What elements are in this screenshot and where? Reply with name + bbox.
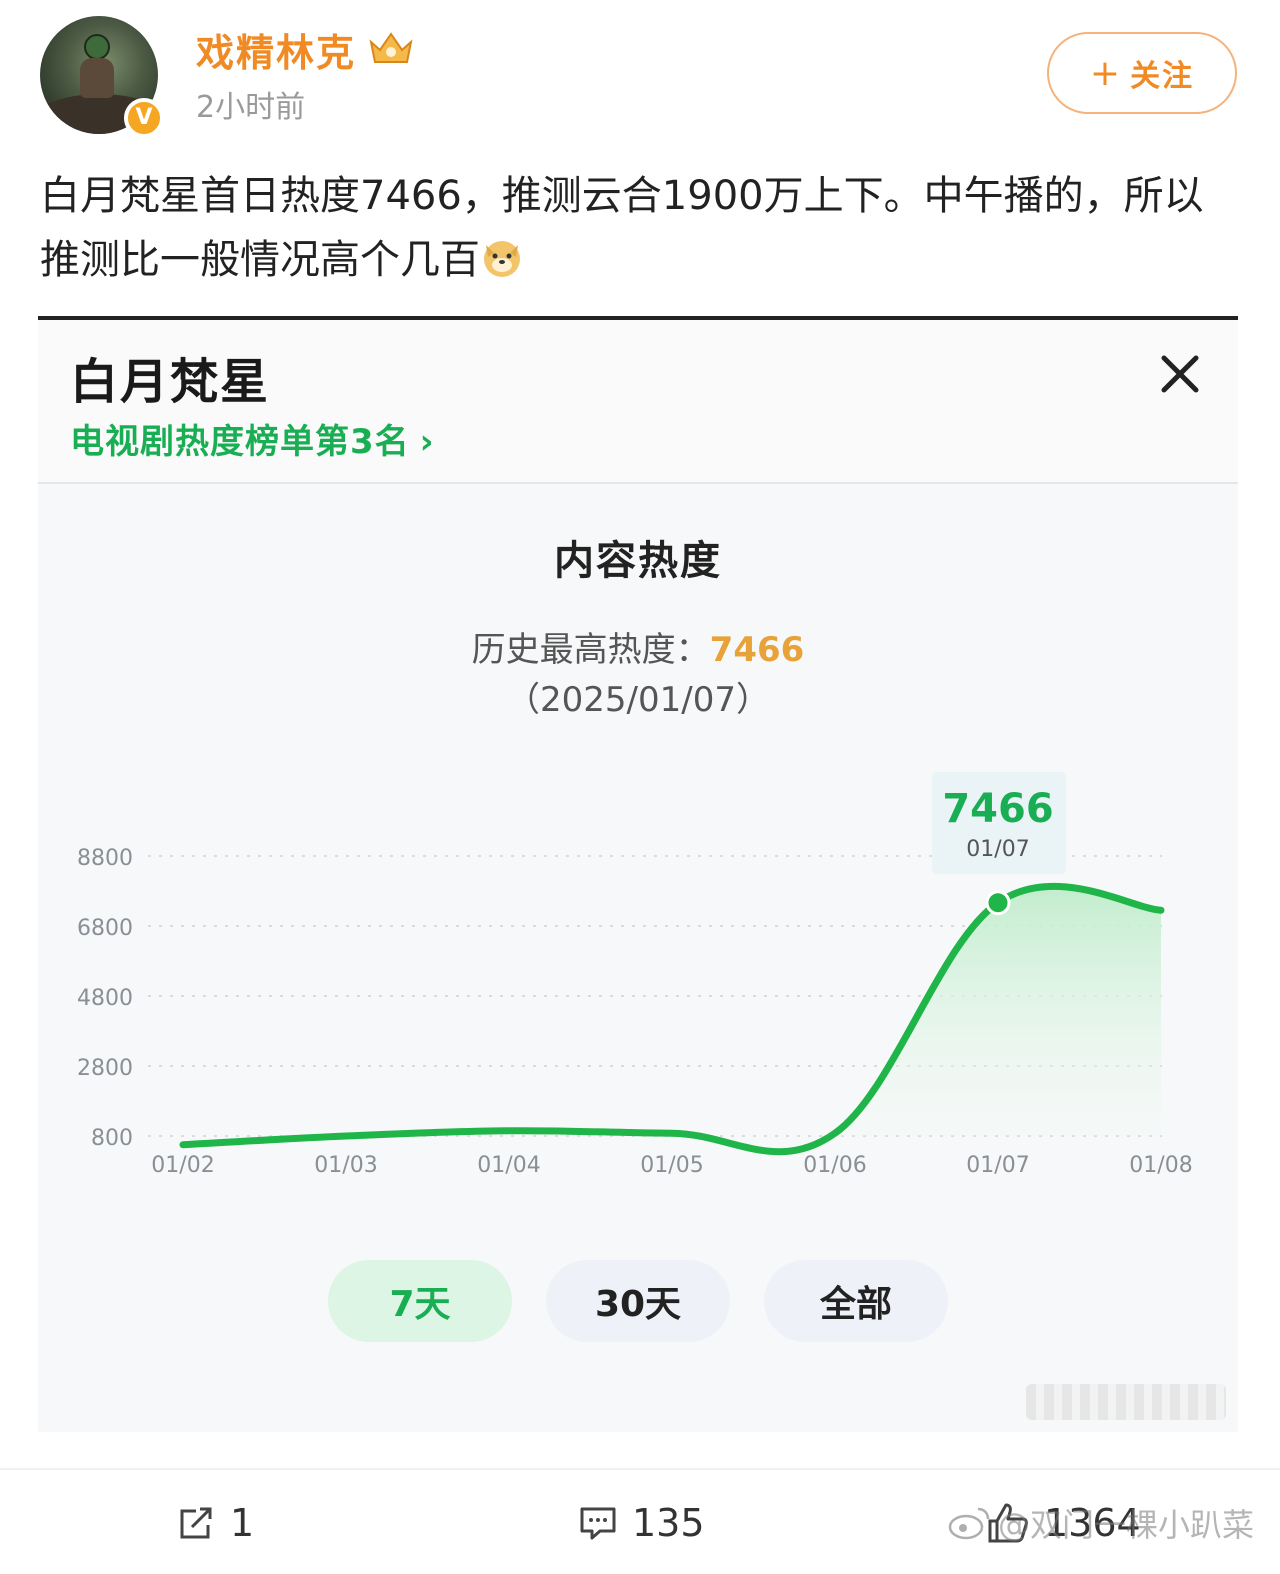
ranking-link[interactable]: 电视剧热度榜单第3名 › <box>70 414 435 463</box>
post-text-content: 白月梵星首日热度7466，推测云合1900万上下。中午播的，所以推测比一般情况高… <box>40 173 1204 283</box>
y-tick-label: 8800 <box>77 846 133 871</box>
x-tick-label: 01/05 <box>640 1153 703 1178</box>
range-all-button[interactable]: 全部 <box>764 1260 948 1342</box>
crown-member-icon <box>369 32 413 63</box>
avatar-figure-body <box>80 58 114 98</box>
post-time: 2小时前 <box>196 90 306 125</box>
username[interactable]: 戏精林克 <box>196 22 356 77</box>
share-icon <box>180 1507 212 1539</box>
post-header: V 戏精林克 2小时前 + 关注 <box>40 14 1240 144</box>
close-icon[interactable] <box>1156 350 1204 398</box>
heat-card: 白月梵星 电视剧热度榜单第3名 › 内容热度 历史最高热度：7466 （2025/… <box>38 316 1238 1432</box>
peak-date: （2025/01/07） <box>506 680 770 720</box>
comment-button[interactable]: 135 <box>578 1498 705 1548</box>
peak-label: 历史最高热度： <box>471 630 710 670</box>
plus-icon: + <box>1089 52 1123 94</box>
ranking-label: 电视剧热度榜单第3名 <box>70 422 410 462</box>
y-tick-label: 800 <box>91 1126 133 1151</box>
range-30d-button[interactable]: 30天 <box>546 1260 730 1342</box>
card-header: 白月梵星 电视剧热度榜单第3名 › <box>38 320 1238 484</box>
peak-value: 7466 <box>709 630 805 670</box>
chevron-right-icon: › <box>419 422 435 462</box>
share-button[interactable]: 1 <box>176 1498 254 1548</box>
x-tick-label: 01/03 <box>314 1153 377 1178</box>
x-tick-label: 01/08 <box>1129 1153 1192 1178</box>
verified-badge-icon: V <box>124 98 164 138</box>
tooltip-date: 01/07 <box>966 837 1029 862</box>
follow-button[interactable]: + 关注 <box>1047 32 1237 114</box>
post-text: 白月梵星首日热度7466，推测云合1900万上下。中午播的，所以推测比一般情况高… <box>40 164 1240 292</box>
x-tick-label: 01/02 <box>151 1153 214 1178</box>
watermark-text: @双门一棵小趴菜 <box>998 1506 1255 1544</box>
x-tick-label: 01/07 <box>966 1153 1029 1178</box>
x-tick-label: 01/06 <box>803 1153 866 1178</box>
section-title: 内容热度 <box>554 538 722 584</box>
avatar-figure-head <box>84 34 110 60</box>
y-tick-label: 4800 <box>77 986 133 1011</box>
follow-label: 关注 <box>1130 59 1195 94</box>
heat-chart: 8800 6800 4800 2800 800 01/02 01/03 01/04 01/05… <box>77 772 1193 1178</box>
blurred-watermark <box>1026 1384 1226 1420</box>
peak-heat: 历史最高热度：7466 <box>38 622 1238 671</box>
comment-icon <box>580 1507 616 1540</box>
weibo-logo-icon <box>948 1507 990 1540</box>
peak-point <box>985 890 1011 916</box>
tooltip-value: 7466 <box>942 786 1053 832</box>
comment-count: 135 <box>632 1501 705 1545</box>
x-tick-label: 01/04 <box>477 1153 540 1178</box>
card-title: 白月梵星 <box>70 354 271 410</box>
range-7d-button[interactable]: 7天 <box>328 1260 512 1342</box>
post-footer: 1 135 1364 @双门一棵小趴菜 <box>0 1468 1280 1574</box>
range-selector: 7天 30天 全部 <box>38 1260 1238 1344</box>
share-count: 1 <box>230 1501 255 1545</box>
y-tick-label: 6800 <box>77 916 133 941</box>
y-tick-label: 2800 <box>77 1056 133 1081</box>
chart-area-fill <box>835 886 1161 1136</box>
doge-emoji-icon <box>484 241 520 277</box>
watermark: @双门一棵小趴菜 <box>948 1500 1254 1546</box>
